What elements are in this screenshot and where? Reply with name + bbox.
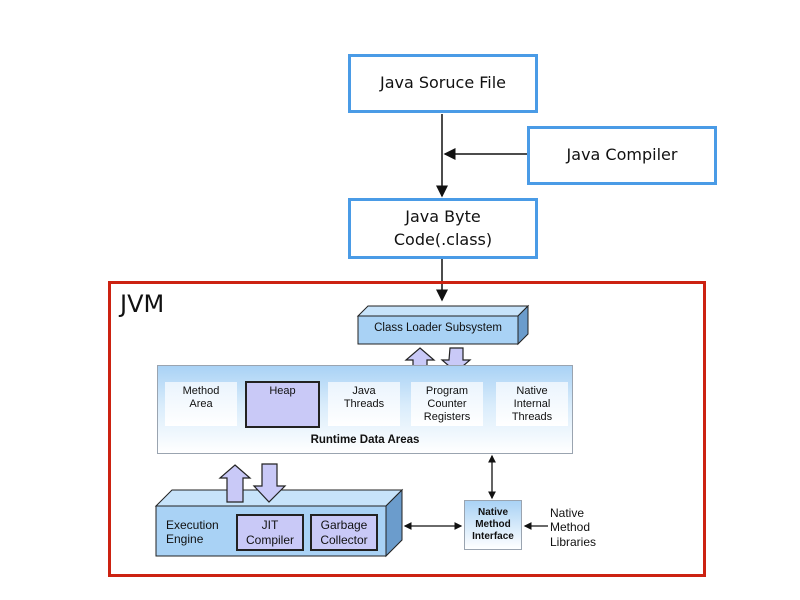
- native-method-libraries-label: Native Method Libraries: [550, 506, 597, 549]
- execution-engine-label: Execution Engine: [166, 518, 219, 547]
- jvm-label: JVM: [120, 290, 165, 318]
- rda-cell-pc-registers: Program Counter Registers: [411, 382, 483, 426]
- jit-compiler-box: JIT Compiler: [236, 514, 304, 551]
- java-source-file-label: Java Soruce File: [379, 73, 507, 93]
- native-method-interface-box: Native Method Interface: [464, 500, 522, 550]
- runtime-data-areas: Method Area Heap Java Threads Program Count…: [157, 365, 573, 454]
- garbage-collector-box: Garbage Collector: [310, 514, 378, 551]
- java-bytecode-box: Java Byte Code(.class): [348, 198, 538, 259]
- rda-cell-native-internal-threads: Native Internal Threads: [496, 382, 568, 426]
- java-bytecode-label-line2: Code(.class): [393, 229, 493, 249]
- rda-cell-method-area: Method Area: [165, 382, 237, 426]
- rda-cell-java-threads: Java Threads: [328, 382, 400, 426]
- java-bytecode-label-line1: Java Byte: [405, 207, 481, 227]
- class-loader-label: Class Loader Subsystem: [374, 322, 502, 334]
- rda-cell-heap: Heap: [245, 381, 320, 428]
- java-compiler-label: Java Compiler: [566, 145, 678, 165]
- rda-title: Runtime Data Areas: [310, 434, 420, 447]
- java-source-file-box: Java Soruce File: [348, 54, 538, 113]
- java-compiler-box: Java Compiler: [527, 126, 717, 185]
